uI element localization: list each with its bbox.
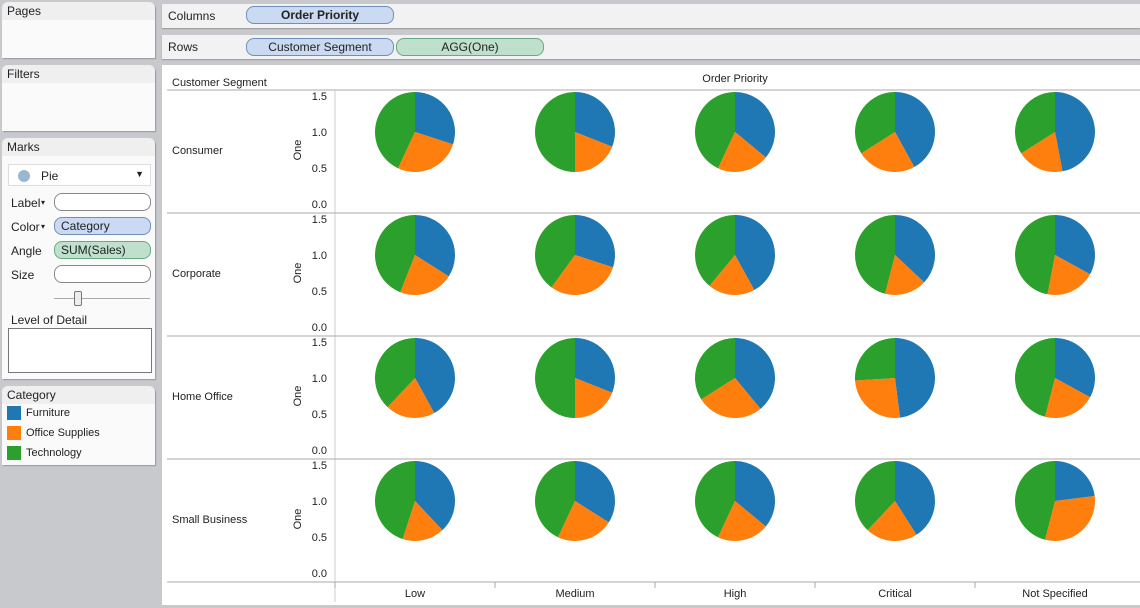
column-label: High [724,588,747,600]
color-pill[interactable]: Category [54,217,151,235]
color-button[interactable]: Color [11,220,40,234]
chevron-down-icon: ▼ [135,169,144,179]
pie-slice-technology [535,338,575,418]
angle-label[interactable]: Angle [11,244,42,258]
size-slider[interactable] [54,291,150,306]
row-header-title: Customer Segment [172,77,267,89]
y-axis-label: One [292,140,304,161]
legend-item-office-supplies[interactable]: Office Supplies [7,426,100,440]
columns-label: Columns [168,9,216,23]
y-tick-label: 0.5 [312,163,327,175]
legend-item-furniture[interactable]: Furniture [7,406,70,420]
pie-slice-office-supplies [855,378,901,419]
y-tick-label: 1.5 [312,337,327,349]
y-tick-label: 1.5 [312,460,327,472]
row-label: Corporate [172,268,221,280]
angle-pill[interactable]: SUM(Sales) [54,241,151,259]
y-tick-label: 1.0 [312,127,327,139]
pie-icon [18,170,30,182]
column-label: Not Specified [1022,588,1087,600]
mark-type-label: Pie [41,169,59,183]
y-tick-label: 0.0 [312,445,327,457]
viz-area: Customer Segment Order Priority Consumer On… [162,65,1140,605]
columns-shelf[interactable]: Columns Order Priority [162,4,1140,28]
y-tick-label: 1.5 [312,214,327,226]
swatch [7,406,21,420]
customer-segment-pill[interactable]: Customer Segment [246,38,394,56]
column-label: Critical [878,588,912,600]
y-tick-label: 0.5 [312,409,327,421]
swatch [7,426,21,440]
y-tick-label: 1.0 [312,373,327,385]
legend-label: Technology [26,446,82,459]
label-button[interactable]: Label [11,196,40,210]
y-tick-label: 0.0 [312,322,327,334]
mark-type-dropdown[interactable]: Pie ▼ [8,164,151,186]
row-label: Small Business [172,514,248,526]
pie-slice-technology [535,92,575,172]
slider-handle[interactable] [74,291,82,306]
row-label: Home Office [172,391,233,403]
pie-slice-furniture [1055,92,1095,172]
y-tick-label: 1.0 [312,250,327,262]
pages-title: Pages [2,2,155,20]
marks-card: Marks Pie ▼ Label ▾ Color ▾ Category Angle… [2,138,155,379]
marks-title: Marks [2,138,155,156]
y-tick-label: 0.0 [312,199,327,211]
size-shelf[interactable] [54,265,151,283]
row-label: Consumer [172,145,223,157]
caret-icon: ▾ [41,222,46,231]
legend-label: Furniture [26,406,71,419]
order-priority-pill[interactable]: Order Priority [246,6,394,24]
agg-one-pill[interactable]: AGG(One) [396,38,544,56]
y-axis-label: One [292,263,304,284]
y-tick-label: 1.5 [312,91,327,103]
filters-card[interactable]: Filters [2,65,155,131]
legend-title: Category [2,386,155,404]
rows-label: Rows [168,40,199,54]
pie-slice-furniture [895,338,935,418]
column-label: Medium [555,588,594,600]
y-axis-label: One [292,509,304,530]
rows-shelf[interactable]: Rows Customer Segment AGG(One) [162,35,1140,59]
swatch [7,446,21,460]
pie-slice-technology [854,338,895,381]
pages-card[interactable]: Pages [2,2,155,58]
size-label[interactable]: Size [11,268,34,282]
caret-icon: ▾ [41,198,46,207]
pie-slice-technology [1014,215,1055,295]
lod-title: Level of Detail [11,313,88,327]
column-label: Low [405,588,425,600]
pie-grid: Customer Segment Order Priority Consumer On… [167,73,1140,602]
category-legend: Category Furniture Office Supplies Techn… [2,386,155,465]
lod-shelf[interactable] [8,328,152,373]
y-tick-label: 1.0 [312,496,327,508]
filters-title: Filters [2,65,155,83]
y-tick-label: 0.5 [312,532,327,544]
label-shelf[interactable] [54,193,151,211]
y-axis-label: One [292,386,304,407]
pie-slice-furniture [1055,461,1095,501]
col-header-title: Order Priority [702,73,768,85]
y-tick-label: 0.5 [312,286,327,298]
legend-item-technology[interactable]: Technology [7,446,82,460]
y-tick-label: 0.0 [312,568,327,580]
legend-label: Office Supplies [26,426,100,439]
